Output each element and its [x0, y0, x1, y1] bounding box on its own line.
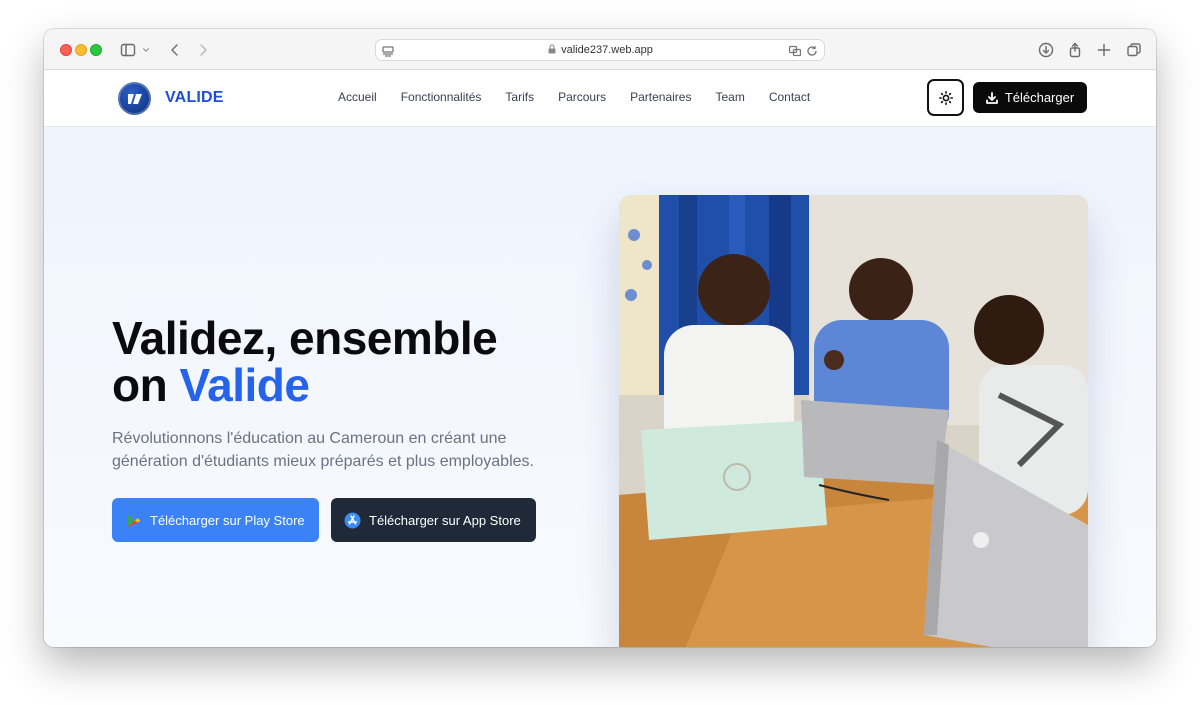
- hero-title-accent: Valide: [179, 359, 310, 411]
- site-header: VALIDE Accueil Fonctionnalités Tarifs Pa…: [44, 70, 1156, 127]
- browser-window: valide237.web.app VALIDE Accueil Fonctio…: [44, 29, 1156, 647]
- lock-icon: [547, 41, 557, 59]
- theme-toggle-button[interactable]: [927, 79, 964, 116]
- hero-subtitle: Révolutionnons l'éducation au Cameroun e…: [112, 430, 534, 470]
- tab-overview-icon[interactable]: [1124, 40, 1144, 60]
- brand-name[interactable]: VALIDE: [165, 89, 224, 107]
- share-icon[interactable]: [1065, 40, 1085, 60]
- download-icon: [985, 91, 998, 104]
- sidebar-toggle-icon[interactable]: [118, 40, 138, 60]
- hero-title-line1: Validez, ensemble: [112, 312, 498, 364]
- new-tab-icon[interactable]: [1094, 40, 1114, 60]
- main-nav: Accueil Fonctionnalités Tarifs Parcours …: [338, 90, 834, 104]
- nav-link-accueil[interactable]: Accueil: [338, 90, 377, 104]
- minimize-window-button[interactable]: [75, 44, 87, 56]
- header-download-button[interactable]: Télécharger: [973, 82, 1087, 113]
- header-download-label: Télécharger: [1004, 90, 1075, 105]
- nav-link-parcours[interactable]: Parcours: [558, 90, 606, 104]
- back-arrow-icon[interactable]: [165, 40, 185, 60]
- play-store-button[interactable]: Télécharger sur Play Store: [112, 498, 319, 542]
- forward-arrow-icon[interactable]: [193, 40, 213, 60]
- app-store-label: Télécharger sur App Store: [369, 512, 521, 528]
- chevron-down-icon[interactable]: [140, 40, 152, 60]
- nav-link-partenaires[interactable]: Partenaires: [630, 90, 691, 104]
- downloads-icon[interactable]: [1036, 40, 1056, 60]
- app-store-icon: [344, 512, 361, 528]
- nav-link-team[interactable]: Team: [715, 90, 744, 104]
- nav-link-tarifs[interactable]: Tarifs: [505, 90, 534, 104]
- play-store-label: Télécharger sur Play Store: [150, 512, 305, 528]
- hero-title: Validez, ensemble on Valide: [112, 312, 498, 411]
- app-store-button[interactable]: Télécharger sur App Store: [331, 498, 536, 542]
- close-window-button[interactable]: [60, 44, 72, 56]
- valide-logo-icon[interactable]: [118, 82, 151, 115]
- url-text: valide237.web.app: [561, 44, 653, 56]
- reload-icon[interactable]: [806, 44, 818, 62]
- sun-icon: [938, 90, 953, 105]
- zoom-window-button[interactable]: [90, 44, 102, 56]
- hero-title-prefix: on: [112, 359, 180, 411]
- google-play-icon: [127, 513, 141, 527]
- page-menu-icon[interactable]: [382, 44, 394, 62]
- address-bar[interactable]: valide237.web.app: [375, 39, 825, 61]
- nav-link-fonctionnalites[interactable]: Fonctionnalités: [401, 90, 482, 104]
- nav-link-contact[interactable]: Contact: [769, 90, 810, 104]
- hero-team-photo: [619, 195, 1088, 647]
- browser-toolbar: valide237.web.app: [44, 29, 1156, 70]
- translate-icon[interactable]: [788, 44, 802, 62]
- web-page: VALIDE Accueil Fonctionnalités Tarifs Pa…: [44, 70, 1156, 647]
